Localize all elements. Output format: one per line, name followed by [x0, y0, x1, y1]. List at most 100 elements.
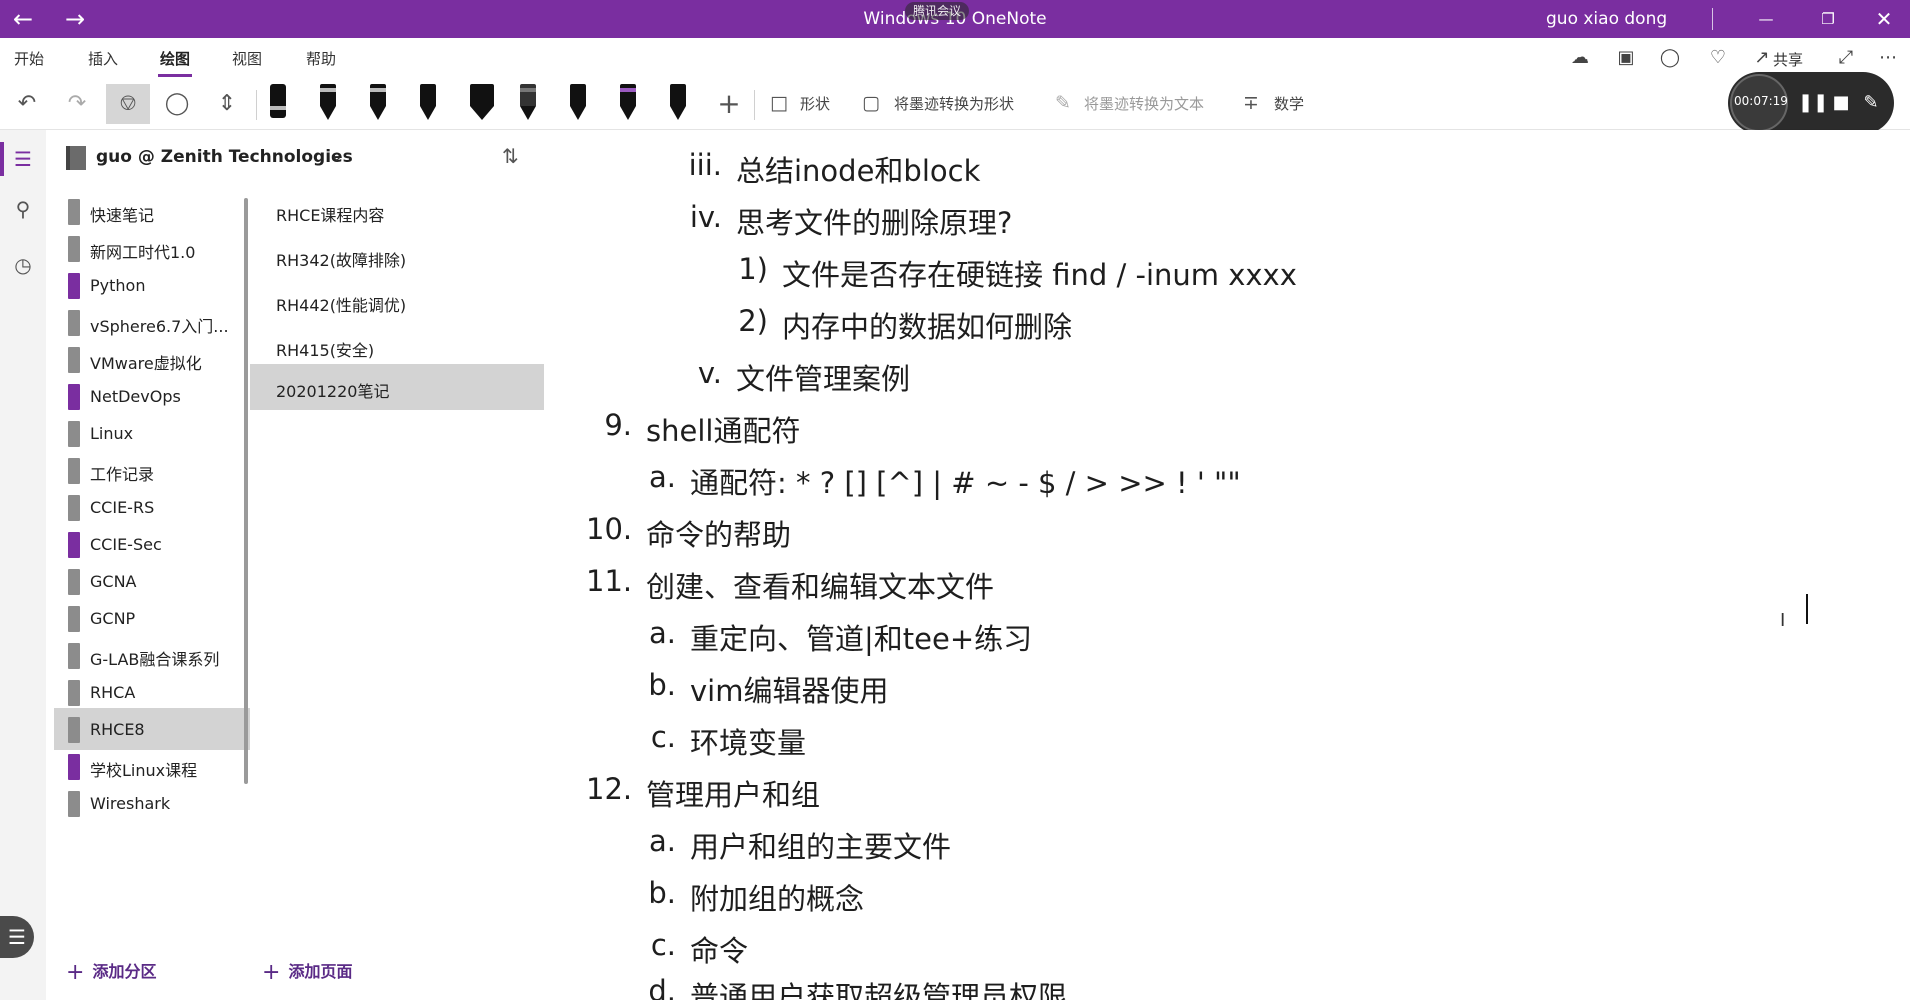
lightbulb-icon[interactable]: ◯ [1656, 46, 1684, 70]
lasso-shape-icon[interactable]: ◯ [160, 84, 194, 124]
pen-black-2-icon[interactable] [364, 82, 392, 126]
pen-black-5-icon[interactable] [664, 82, 692, 126]
outline-text: 文件管理案例 [736, 362, 911, 396]
section-label: 新网工时代1.0 [90, 243, 196, 262]
stop-icon[interactable]: ■ [1828, 90, 1854, 116]
section-item[interactable]: NetDevOps [54, 375, 250, 417]
page-item[interactable]: RH342(故障排除) [250, 235, 544, 277]
pen-black-4-icon[interactable] [564, 82, 592, 126]
tab-draw[interactable]: 绘图 [157, 48, 193, 77]
restore-icon[interactable]: ❐ [1806, 6, 1850, 32]
pen-black-1-icon[interactable] [314, 82, 342, 126]
section-item[interactable]: Linux [54, 412, 250, 454]
section-item[interactable]: Python [54, 264, 250, 306]
section-label: CCIE-RS [90, 498, 155, 517]
section-label: G-LAB融合课系列 [90, 650, 220, 669]
note-canvas[interactable]: iii. 总结inode和block iv. 思考文件的删除原理? 1) 文件是否存在… [546, 130, 1910, 1000]
section-tab-icon [68, 273, 80, 299]
section-item[interactable]: RHCA [54, 671, 250, 713]
close-icon[interactable]: ✕ [1862, 6, 1906, 32]
section-item[interactable]: 新网工时代1.0 [54, 227, 250, 269]
expand-icon[interactable]: ⤢ [1832, 46, 1860, 70]
section-tab-icon [68, 199, 80, 225]
pause-icon[interactable]: ❚❚ [1798, 90, 1828, 116]
section-item[interactable]: GCNA [54, 560, 250, 602]
sort-icon[interactable]: ⇅ [502, 144, 519, 168]
undo-icon[interactable]: ↶ [10, 84, 44, 124]
tab-home[interactable]: 开始 [14, 48, 44, 69]
outline-number: a. [649, 460, 676, 494]
section-item[interactable]: vSphere6.7入门... [54, 301, 250, 343]
add-page-button[interactable]: + 添加页面 [262, 958, 352, 985]
tab-view[interactable]: 视图 [232, 48, 262, 69]
add-space-icon[interactable]: ⇕ [210, 84, 244, 124]
notification-bell-icon[interactable]: ♡ [1704, 46, 1732, 70]
notebook-header[interactable]: guo @ Zenith Technologies ⌄ ⇅ [46, 130, 546, 190]
outline-text: 通配符: * ? [] [^] | # ~ - $ / > >> ! ' "" [690, 466, 1241, 500]
pen-purple-icon[interactable] [614, 82, 642, 126]
pen-annotate-icon[interactable]: ✎ [1858, 90, 1884, 116]
ink-to-text-icon[interactable]: ✎ [1050, 90, 1076, 116]
pencil-texture-icon[interactable] [514, 82, 542, 126]
section-item[interactable]: GCNP [54, 597, 250, 639]
page-item[interactable]: RH415(安全) [250, 325, 544, 367]
ribbon-tabs: 开始 插入 绘图 视图 帮助 ☁ ▣ ◯ ♡ ↗ 共享 ⤢ ⋯ [0, 38, 1910, 78]
math-icon[interactable]: ∓ [1238, 90, 1264, 116]
share-button[interactable]: 共享 [1773, 49, 1803, 70]
sync-icon[interactable]: ☁ [1566, 46, 1594, 70]
chevron-down-icon[interactable]: ⌄ [330, 146, 343, 165]
section-item[interactable]: 学校Linux课程 [54, 745, 250, 787]
pen-black-3-icon[interactable] [414, 82, 442, 126]
section-tab-icon [68, 310, 80, 336]
page-item-selected[interactable]: 20201220笔记 [250, 364, 544, 410]
section-item[interactable]: G-LAB融合课系列 [54, 634, 250, 676]
search-icon[interactable]: ⚲ [8, 194, 38, 224]
user-name[interactable]: guo xiao dong [1546, 9, 1667, 29]
section-scrollbar[interactable] [244, 198, 248, 784]
notebook-title[interactable]: guo @ Zenith Technologies [96, 147, 353, 167]
section-item[interactable]: Wireshark [54, 782, 250, 824]
more-icon[interactable]: ⋯ [1874, 46, 1902, 70]
notebooks-icon[interactable]: ☰ [8, 144, 38, 174]
math-button[interactable]: 数学 [1274, 93, 1304, 114]
ink-to-shape-icon[interactable]: ▢ [858, 90, 884, 116]
section-item[interactable]: VMware虚拟化 [54, 338, 250, 380]
page-label: RH442(性能调优) [276, 296, 407, 315]
outline-text: 总结inode和block [736, 154, 981, 188]
minimize-icon[interactable]: — [1744, 6, 1788, 32]
outline-text: 用户和组的主要文件 [690, 830, 952, 864]
immersive-reader-icon[interactable]: ▣ [1612, 46, 1640, 70]
section-item[interactable]: 快速笔记 [54, 190, 250, 232]
shapes-icon[interactable]: □ [766, 90, 792, 116]
eraser-icon[interactable] [264, 82, 292, 126]
section-label: GCNP [90, 609, 136, 628]
outline-text: 思考文件的删除原理? [736, 206, 1013, 240]
section-list: 快速笔记 新网工时代1.0 Python vSphere6.7入门... VMw… [46, 190, 250, 950]
section-item[interactable]: CCIE-Sec [54, 523, 250, 565]
section-label: Linux [90, 424, 134, 443]
lasso-select-icon[interactable]: ⎊ [106, 84, 150, 124]
outline-number: 1) [738, 252, 768, 286]
section-item-selected[interactable]: RHCE8 [54, 708, 250, 750]
page-item[interactable]: RHCE课程内容 [250, 190, 544, 232]
redo-icon[interactable]: ↷ [60, 84, 94, 124]
tab-help[interactable]: 帮助 [306, 48, 336, 69]
section-tab-icon [68, 569, 80, 595]
share-icon[interactable]: ↗ [1748, 46, 1776, 70]
section-label: 快速笔记 [90, 206, 155, 225]
section-item[interactable]: 工作记录 [54, 449, 250, 491]
page-label: RH415(安全) [276, 341, 375, 360]
ink-to-text-button[interactable]: 将墨迹转换为文本 [1084, 93, 1204, 114]
outline-number: 10. [586, 512, 633, 546]
add-pen-icon[interactable]: + [712, 84, 746, 124]
outline-number: b. [648, 668, 676, 702]
highlighter-icon[interactable] [464, 82, 500, 126]
add-section-button[interactable]: + 添加分区 [66, 958, 156, 985]
section-label: vSphere6.7入门... [90, 317, 229, 336]
page-item[interactable]: RH442(性能调优) [250, 280, 544, 322]
shapes-button[interactable]: 形状 [800, 93, 830, 114]
ink-to-shape-button[interactable]: 将墨迹转换为形状 [894, 93, 1014, 114]
tab-insert[interactable]: 插入 [88, 48, 118, 69]
section-item[interactable]: CCIE-RS [54, 486, 250, 528]
recent-notes-icon[interactable]: ◷ [8, 250, 38, 280]
